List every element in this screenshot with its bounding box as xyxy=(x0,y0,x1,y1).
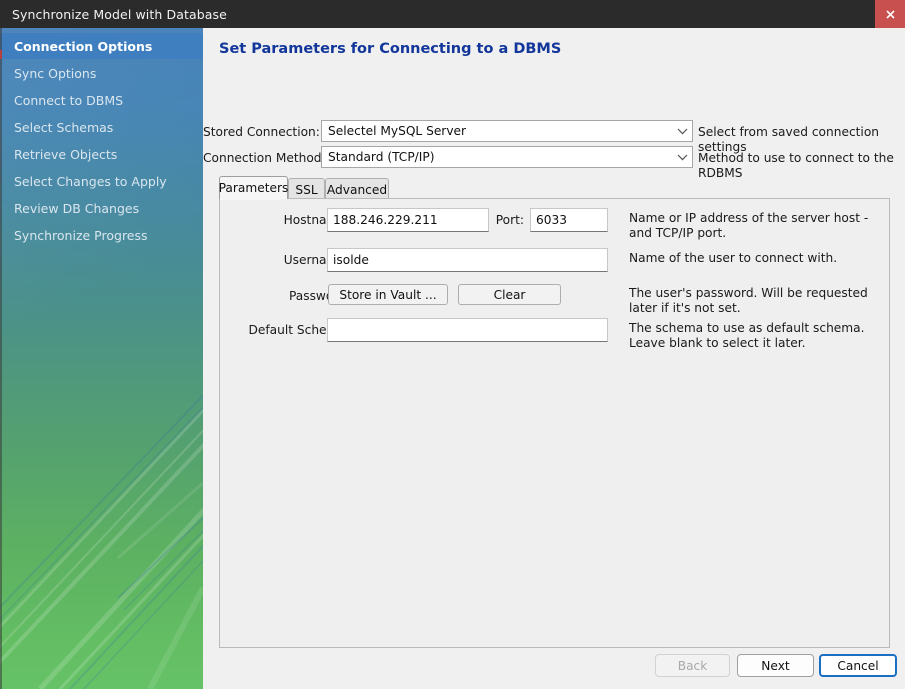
connection-method-label: Connection Method: xyxy=(203,151,326,165)
username-input[interactable]: isolde xyxy=(327,248,608,272)
sidebar-item-connect-to-dbms[interactable]: Connect to DBMS xyxy=(0,87,203,113)
tab-strip: Parameters SSL Advanced xyxy=(219,176,890,200)
sidebar-item-connection-options[interactable]: Connection Options xyxy=(0,33,203,59)
tab-advanced[interactable]: Advanced xyxy=(325,178,389,200)
page-title: Set Parameters for Connecting to a DBMS xyxy=(219,41,562,57)
window-title: Synchronize Model with Database xyxy=(12,6,227,22)
sidebar-item-label: Retrieve Objects xyxy=(14,146,118,162)
sidebar-item-retrieve-objects[interactable]: Retrieve Objects xyxy=(0,141,203,167)
title-bar: Synchronize Model with Database xyxy=(0,0,905,28)
sidebar-item-label: Select Changes to Apply xyxy=(14,173,167,189)
content-pane: Set Parameters for Connecting to a DBMS … xyxy=(203,28,905,689)
parameters-tab-panel: Hostname: 188.246.229.211 Port: 6033 Nam… xyxy=(219,198,890,648)
hostname-hint: Name or IP address of the server host - … xyxy=(629,211,869,240)
sidebar-accent-tick xyxy=(0,50,2,59)
sidebar-item-label: Connect to DBMS xyxy=(14,92,124,108)
sidebar-item-label: Sync Options xyxy=(14,65,97,81)
port-input[interactable]: 6033 xyxy=(530,208,608,232)
back-button[interactable]: Back xyxy=(655,654,730,677)
sidebar-item-synchronize-progress[interactable]: Synchronize Progress xyxy=(0,222,203,248)
cancel-button[interactable]: Cancel xyxy=(819,654,897,677)
stored-connection-select[interactable]: Selectel MySQL Server xyxy=(321,120,693,142)
dialog-window: Synchronize Model with Database Connecti… xyxy=(0,0,905,689)
stored-connection-value: Selectel MySQL Server xyxy=(328,124,467,138)
username-hint: Name of the user to connect with. xyxy=(629,251,838,265)
port-label: Port: xyxy=(495,213,524,227)
close-glyph xyxy=(885,9,895,19)
sidebar-item-label: Synchronize Progress xyxy=(14,227,148,243)
chevron-down-icon xyxy=(672,121,692,141)
sidebar-item-review-db-changes[interactable]: Review DB Changes xyxy=(0,195,203,221)
wizard-sidebar: Connection Options Sync Options Connect to… xyxy=(0,28,203,689)
sidebar-item-sync-options[interactable]: Sync Options xyxy=(0,60,203,86)
sidebar-item-select-schemas[interactable]: Select Schemas xyxy=(0,114,203,140)
store-in-vault-button[interactable]: Store in Vault ... xyxy=(328,284,448,305)
default-schema-hint: The schema to use as default schema. Lea… xyxy=(629,321,865,350)
connection-method-select[interactable]: Standard (TCP/IP) xyxy=(321,146,693,168)
chevron-down-icon xyxy=(672,147,692,167)
stored-connection-label: Stored Connection: xyxy=(203,125,320,139)
hostname-value: 188.246.229.211 xyxy=(333,213,438,227)
tab-ssl[interactable]: SSL xyxy=(288,178,325,200)
sidebar-left-border xyxy=(0,28,2,689)
active-tab-seam xyxy=(220,198,280,200)
hostname-input[interactable]: 188.246.229.211 xyxy=(327,208,489,232)
next-button[interactable]: Next xyxy=(737,654,814,677)
sidebar-item-label: Review DB Changes xyxy=(14,200,140,216)
port-value: 6033 xyxy=(536,213,568,227)
close-icon[interactable] xyxy=(875,0,905,28)
default-schema-input[interactable] xyxy=(327,318,608,342)
sidebar-item-label: Select Schemas xyxy=(14,119,114,135)
sidebar-item-label: Connection Options xyxy=(14,38,153,54)
sidebar-item-select-changes-to-apply[interactable]: Select Changes to Apply xyxy=(0,168,203,194)
clear-password-button[interactable]: Clear xyxy=(458,284,561,305)
username-value: isolde xyxy=(333,253,369,267)
password-hint: The user's password. Will be requested l… xyxy=(629,286,868,315)
tab-parameters[interactable]: Parameters xyxy=(219,176,288,199)
connection-method-value: Standard (TCP/IP) xyxy=(328,150,435,164)
